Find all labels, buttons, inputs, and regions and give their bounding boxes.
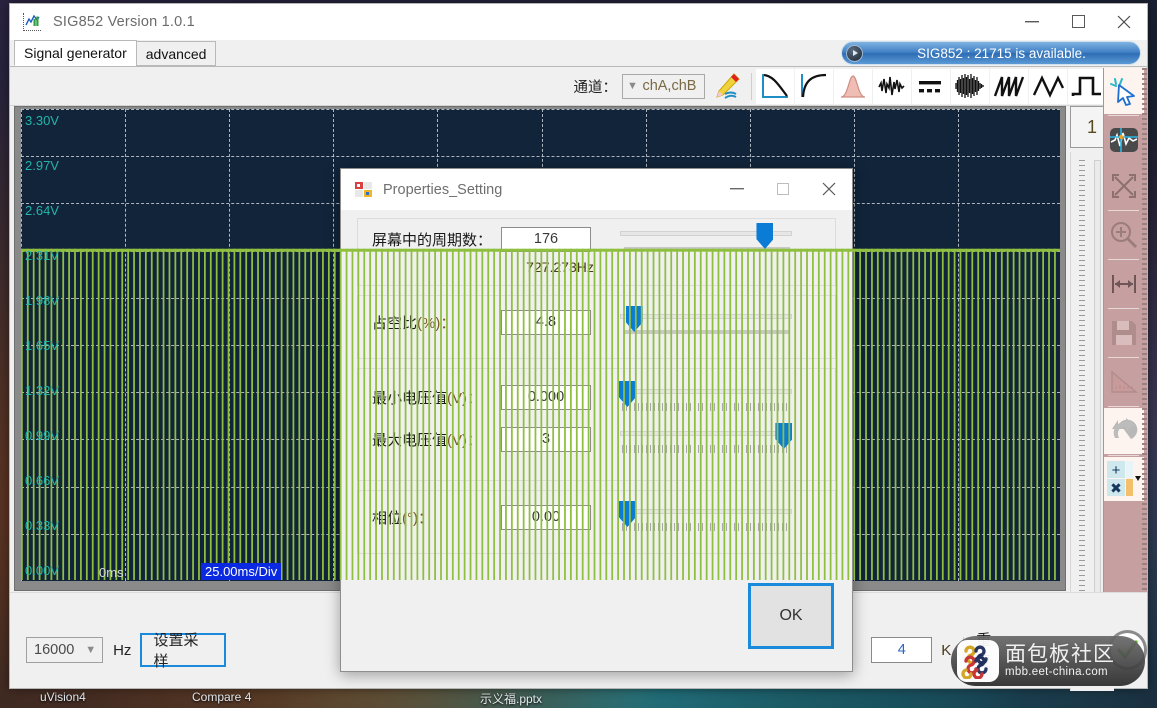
oscilloscope-area: 3.30V 2.97V 2.64V 2.31V 1.98V 1.65V 1.32V 0.99V… — [10, 106, 1147, 691]
tab-advanced[interactable]: advanced — [135, 41, 217, 66]
rail-scrollbar[interactable] — [1142, 68, 1147, 666]
rail-separator — [1108, 210, 1139, 211]
watermark-url: mbb.eet-china.com — [1005, 666, 1108, 678]
tab-strip: Signal generator advanced SIG852 : 21715… — [10, 40, 1147, 67]
y-axis-tick: 0.33V — [25, 518, 59, 533]
dashed-line-icon[interactable] — [912, 68, 950, 104]
pencil-edit-icon[interactable] — [706, 69, 748, 104]
maximize-button[interactable] — [1055, 4, 1101, 39]
y-axis-tick: 0.66V — [25, 473, 59, 488]
tool-rail: + ✖ — [1103, 68, 1147, 666]
rail-separator — [1108, 406, 1139, 407]
y-axis-tick: 3.30V — [25, 113, 59, 128]
range-suffix: K — [941, 641, 952, 659]
window-titlebar: SIG852 Version 1.0.1 — [10, 4, 1147, 40]
channel-select[interactable]: ▼ chA,chB — [622, 73, 705, 99]
ruler-triangle-icon[interactable] — [1104, 359, 1144, 405]
svg-text:+: + — [1112, 462, 1121, 479]
square-wave-icon[interactable] — [1068, 68, 1106, 104]
minimize-button[interactable] — [1009, 4, 1055, 39]
horizontal-measure-icon[interactable] — [1104, 261, 1144, 307]
y-axis-tick: 0.99V — [25, 428, 59, 443]
y-axis-tick: 2.97V — [25, 158, 59, 173]
chevron-down-icon: ▼ — [85, 644, 97, 656]
watermark: 面包板社区 mbb.eet-china.com — [951, 636, 1145, 686]
scope-frame: 3.30V 2.97V 2.64V 2.31V 1.98V 1.65V 1.32V 0.99V… — [14, 106, 1066, 591]
sample-rate-select[interactable]: 16000 ▼ — [26, 637, 104, 663]
mbb-logo-icon — [957, 640, 999, 682]
y-axis-tick: 1.32V — [25, 383, 59, 398]
chevron-down-icon: ▼ — [627, 80, 638, 92]
rail-separator — [1108, 259, 1139, 260]
svg-text:✖: ✖ — [1110, 480, 1122, 496]
rail-separator — [1108, 308, 1139, 309]
exp-decay-wave-icon[interactable] — [756, 68, 794, 104]
save-disk-icon[interactable] — [1104, 310, 1144, 356]
rail-separator — [1108, 115, 1139, 116]
set-sample-button[interactable]: 设置采样 — [140, 632, 226, 670]
hz-label: Hz — [113, 641, 132, 659]
zoom-in-icon[interactable] — [1104, 212, 1144, 258]
triangle-wave-icon[interactable] — [1029, 68, 1067, 104]
waveform-trace — [21, 248, 1056, 581]
tab-signal-generator[interactable]: Signal generator — [14, 40, 137, 66]
y-axis-tick: 2.31V — [25, 248, 59, 263]
y-axis-tick: 1.98V — [25, 293, 59, 308]
tool-rail-items: + ✖ — [1104, 68, 1144, 666]
exp-rise-wave-icon[interactable] — [795, 68, 833, 104]
cursor-select-icon[interactable] — [1104, 68, 1144, 114]
toolbar-separator — [751, 72, 752, 100]
watermark-text: 面包板社区 mbb.eet-china.com — [1005, 643, 1115, 679]
ok-button[interactable]: OK — [748, 583, 834, 649]
desktop-icon-compare4[interactable]: Compare 4 — [192, 690, 251, 704]
add-remove-series-icon[interactable]: + ✖ — [1104, 457, 1144, 501]
rail-separator — [1108, 357, 1139, 358]
window-controls — [1009, 4, 1147, 39]
timebase-label: 25.00ms/Div — [201, 563, 282, 580]
y-axis-tick: 2.64V — [25, 203, 59, 218]
watermark-title: 面包板社区 — [1005, 643, 1115, 666]
gaussian-wave-icon[interactable] — [834, 68, 872, 104]
waveform-plot — [21, 248, 1060, 581]
desktop-icon-uvision4[interactable]: uVision4 — [40, 690, 86, 704]
waveform-top-band — [21, 248, 1060, 252]
sawtooth-wave-icon[interactable] — [990, 68, 1028, 104]
notification-text: SIG852 : 21715 is available. — [917, 45, 1086, 61]
timebase-behind-label: 0ms — [99, 565, 124, 580]
close-button[interactable] — [1101, 4, 1147, 39]
play-icon — [846, 44, 863, 62]
channel-value: chA,chB — [642, 78, 697, 94]
redo-arrow-icon[interactable] — [1104, 408, 1144, 454]
rail-separator — [1108, 455, 1139, 456]
window-title: SIG852 Version 1.0.1 — [53, 13, 195, 30]
am-modulated-wave-icon[interactable] — [951, 68, 989, 104]
channel-label: 通道： — [573, 79, 618, 96]
desktop-icon-pptx[interactable]: 示义福.pptx — [480, 690, 542, 707]
notification-banner[interactable]: SIG852 : 21715 is available. — [841, 41, 1141, 65]
expand-arrows-icon[interactable] — [1104, 163, 1144, 209]
noise-wave-icon[interactable] — [873, 68, 911, 104]
waveform-thumbnail-icon[interactable] — [1104, 117, 1144, 163]
waveform-toolbar: 通道： ▼ chA,chB — [10, 67, 1147, 106]
y-axis-tick: 0.00V — [25, 563, 59, 578]
sample-rate-value: 16000 — [34, 642, 75, 658]
scope-plot[interactable]: 3.30V 2.97V 2.64V 2.31V 1.98V 1.65V 1.32V 0.99V… — [21, 109, 1060, 581]
range-input[interactable]: 4 — [871, 637, 933, 663]
chart-icon — [23, 12, 41, 31]
y-axis-labels: 3.30V 2.97V 2.64V 2.31V 1.98V 1.65V 1.32V 0.99V… — [21, 109, 81, 581]
y-axis-tick: 1.65V — [25, 338, 59, 353]
